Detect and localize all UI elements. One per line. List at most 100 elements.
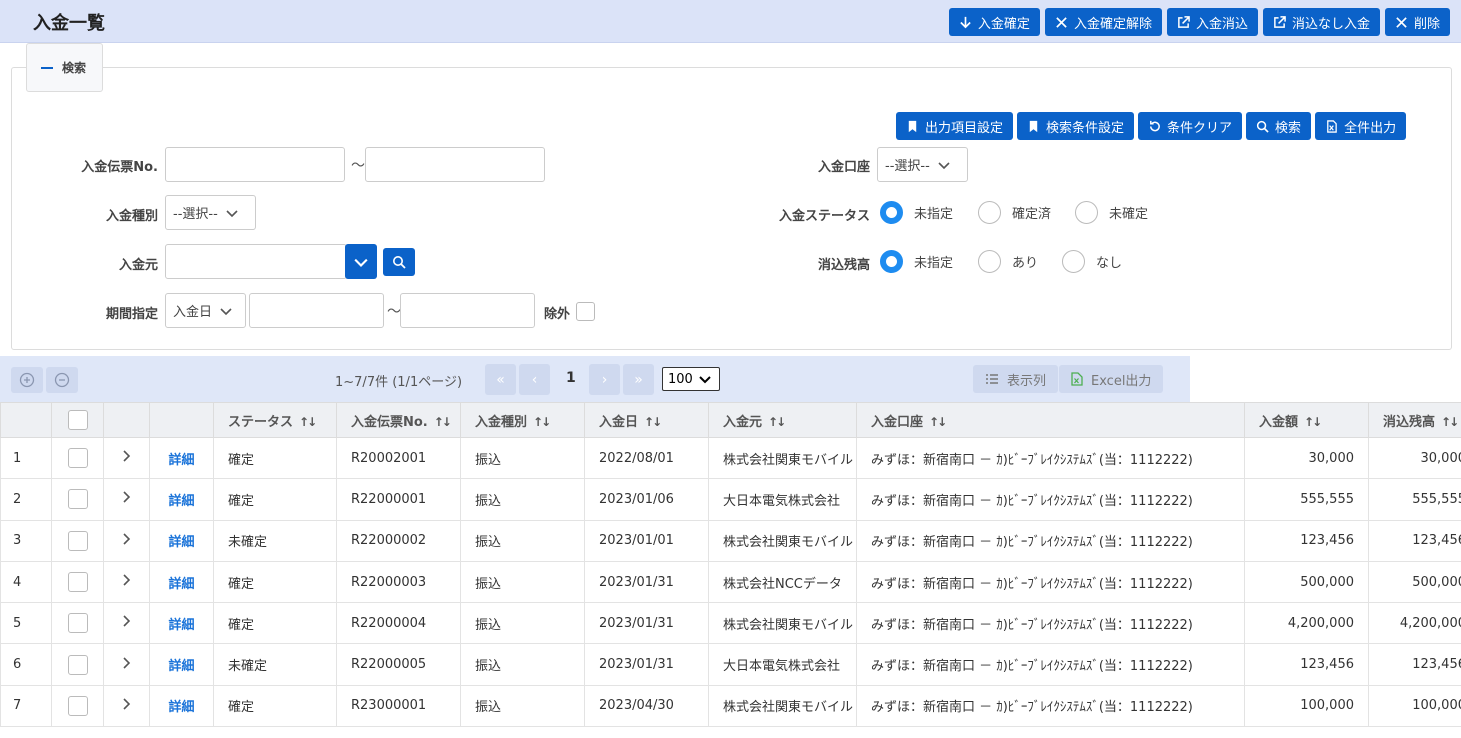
row-checkbox[interactable] [67, 572, 88, 593]
search-button[interactable]: 検索 [1246, 112, 1312, 140]
chevron-right-icon[interactable] [122, 614, 132, 628]
external-link-icon [1274, 15, 1286, 28]
chevron-right-icon[interactable] [122, 656, 132, 670]
cell-slip-no: R23000001 [336, 684, 461, 728]
balance-radio-unspecified[interactable]: 未指定 [880, 250, 953, 273]
period-from-input[interactable] [249, 293, 384, 328]
account-value: --選択-- [885, 159, 930, 174]
payer-dropdown-button[interactable] [345, 244, 377, 279]
table-row[interactable]: 3 詳細 未確定 R22000002 振込 2023/01/01 株式会社関東モバイル みずほ… [0, 519, 1461, 562]
select-all-checkbox[interactable] [67, 410, 88, 430]
row-select-cell [51, 436, 104, 480]
table-row[interactable]: 5 詳細 確定 R22000004 振込 2023/01/31 株式会社関東モバイル みずほ：… [0, 602, 1461, 645]
clear-conditions-button[interactable]: 条件クリア [1138, 112, 1243, 140]
status-radio-unspecified[interactable]: 未指定 [880, 201, 953, 224]
column-header-account[interactable]: 入金口座 ↑↓ [856, 402, 1245, 438]
row-expand-cell [103, 684, 150, 728]
payment-clearing-button[interactable]: 入金消込 [1166, 8, 1258, 36]
delete-button[interactable]: 削除 [1384, 8, 1450, 36]
chevron-right-icon[interactable] [122, 697, 132, 711]
row-checkbox[interactable] [67, 613, 88, 634]
cell-balance: 100,000 [1368, 684, 1461, 728]
account-label: 入金口座 [817, 160, 870, 175]
detail-link[interactable]: 詳細 [168, 700, 194, 715]
cell-payer: 大日本電気株式会社 [708, 643, 857, 686]
detail-link[interactable]: 詳細 [168, 535, 194, 550]
output-settings-label: 出力項目設定 [925, 120, 1004, 136]
first-page-button[interactable]: « [485, 364, 516, 395]
account-select[interactable]: --選択-- [877, 147, 968, 182]
pager-info: 1~7/7件 (1/1ページ) [335, 375, 463, 390]
payment-type-select[interactable]: --選択-- [165, 195, 256, 230]
unconfirm-payment-button[interactable]: 入金確定解除 [1044, 8, 1162, 36]
chevron-right-icon[interactable] [122, 532, 132, 546]
detail-link[interactable]: 詳細 [168, 618, 194, 633]
column-header-payer[interactable]: 入金元 ↑↓ [708, 402, 857, 438]
period-type-value: 入金日 [173, 305, 213, 320]
next-page-button[interactable]: › [589, 364, 620, 395]
chevron-right-icon[interactable] [122, 449, 132, 463]
confirm-payment-button[interactable]: 入金確定 [948, 8, 1040, 36]
status-radio-unconfirmed[interactable]: 未確定 [1075, 201, 1148, 224]
table-row[interactable]: 6 詳細 未確定 R22000005 振込 2023/01/31 大日本電気株式会社 みずほ：… [0, 643, 1461, 686]
table-row[interactable]: 1 詳細 確定 R20002001 振込 2022/08/01 株式会社関東モバイル みずほ：… [0, 436, 1461, 480]
row-expand-cell [103, 643, 150, 686]
column-header-slip-no[interactable]: 入金伝票No. ↑↓ [336, 402, 461, 438]
payer-input[interactable] [165, 244, 347, 279]
payer-search-button[interactable] [383, 248, 415, 276]
detail-link[interactable]: 詳細 [168, 659, 194, 674]
chevron-right-icon[interactable] [122, 490, 132, 504]
period-to-input[interactable] [400, 293, 535, 328]
period-type-select[interactable]: 入金日 [165, 293, 246, 328]
row-checkbox[interactable] [67, 695, 88, 716]
column-header-type[interactable]: 入金種別 ↑↓ [460, 402, 585, 438]
cell-amount: 123,456 [1244, 519, 1369, 562]
detail-link[interactable]: 詳細 [168, 494, 194, 509]
sort-icon: ↑↓ [768, 414, 786, 429]
detail-link[interactable]: 詳細 [168, 453, 194, 468]
exclude-checkbox[interactable] [576, 302, 595, 321]
radio-icon [1075, 201, 1098, 224]
display-columns-button[interactable]: 表示列 [973, 365, 1059, 393]
slip-no-to-input[interactable] [365, 147, 545, 182]
column-header-status[interactable]: ステータス ↑↓ [213, 402, 337, 438]
cell-status: 未確定 [213, 643, 337, 686]
table-row[interactable]: 7 詳細 確定 R23000001 振込 2023/04/30 株式会社関東モバイル みずほ：… [0, 684, 1461, 728]
excel-export-button[interactable]: Excel出力 [1059, 365, 1164, 393]
cell-payer: 株式会社関東モバイル [708, 519, 857, 562]
prev-page-button[interactable]: ‹ [519, 364, 550, 395]
balance-radio-yes[interactable]: あり [978, 250, 1038, 273]
cell-date: 2023/01/31 [584, 602, 709, 645]
cell-slip-no: R22000003 [336, 560, 461, 604]
row-select-cell [51, 643, 104, 686]
row-checkbox[interactable] [67, 530, 88, 551]
column-header-balance[interactable]: 消込残高 ↑↓ [1368, 402, 1461, 438]
row-checkbox[interactable] [67, 654, 88, 675]
row-checkbox[interactable] [67, 448, 88, 469]
expand-all-button[interactable] [11, 367, 43, 393]
export-all-button[interactable]: 全件出力 [1315, 112, 1407, 140]
status-radio-confirmed[interactable]: 確定済 [978, 201, 1051, 224]
table-row[interactable]: 2 詳細 確定 R22000001 振込 2023/01/06 大日本電気株式会社 みずほ：新… [0, 478, 1461, 521]
payer-label: 入金元 [118, 258, 158, 273]
table-row[interactable]: 4 詳細 確定 R22000003 振込 2023/01/31 株式会社NCCデータ みずほ：… [0, 560, 1461, 604]
collapse-all-button[interactable] [46, 367, 78, 393]
page-size-select[interactable]: 100 [662, 367, 720, 391]
arrow-down-icon [960, 16, 971, 28]
column-header-amount[interactable]: 入金額 ↑↓ [1244, 402, 1369, 438]
current-page[interactable]: 1 [566, 370, 576, 386]
period-range-separator: ～ [387, 304, 401, 320]
payment-without-clearing-button[interactable]: 消込なし入金 [1262, 8, 1380, 36]
chevron-right-icon[interactable] [122, 573, 132, 587]
search-condition-settings-button[interactable]: 検索条件設定 [1017, 112, 1135, 140]
detail-link[interactable]: 詳細 [168, 577, 194, 592]
search-toggle-tab[interactable]: 検索 [26, 43, 103, 92]
output-settings-button[interactable]: 出力項目設定 [896, 112, 1014, 140]
last-page-button[interactable]: » [623, 364, 654, 395]
row-checkbox[interactable] [67, 489, 88, 510]
cell-date: 2023/01/31 [584, 643, 709, 686]
cell-type: 振込 [460, 560, 585, 604]
slip-no-from-input[interactable] [165, 147, 345, 182]
balance-radio-no[interactable]: なし [1062, 250, 1122, 273]
column-header-date[interactable]: 入金日 ↑↓ [584, 402, 709, 438]
